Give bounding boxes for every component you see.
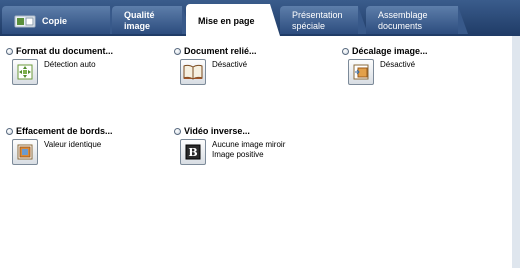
tab-assemblage-documents[interactable]: Assemblage documents <box>366 6 468 34</box>
radio-icon <box>174 127 181 135</box>
feature-video-inverse[interactable]: Vidéo inverse... B Aucune image miroir I… <box>174 126 285 165</box>
edge-erase-button[interactable] <box>12 139 38 165</box>
feature-title: Décalage image... <box>352 46 428 56</box>
svg-text:B: B <box>188 146 197 159</box>
radio-icon <box>174 47 181 55</box>
radio-icon <box>6 127 13 135</box>
feature-value: Détection auto <box>44 60 96 69</box>
scrollbar[interactable] <box>512 36 520 268</box>
tab-bar: Copie Qualité image Mise en page Présent… <box>0 0 520 36</box>
auto-detect-button[interactable] <box>12 59 38 85</box>
copy-icon <box>14 13 36 29</box>
feature-value: Aucune image miroir Image positive <box>212 140 286 159</box>
feature-value: Désactivé <box>212 60 248 69</box>
feature-value: Valeur identique <box>44 140 102 149</box>
tab-label: Qualité image <box>124 10 155 31</box>
tab-label: Mise en page <box>198 15 255 26</box>
image-shift-button[interactable] <box>348 59 374 85</box>
image-shift-icon <box>353 64 369 80</box>
tab-presentation-speciale[interactable]: Présentation spéciale <box>280 6 368 34</box>
feature-value: Désactivé <box>380 60 416 69</box>
feature-title: Effacement de bords... <box>16 126 113 136</box>
radio-icon <box>6 47 13 55</box>
feature-title: Document relié... <box>184 46 257 56</box>
feature-effacement-bords[interactable]: Effacement de bords... Valeur identique <box>6 126 113 165</box>
feature-title: Vidéo inverse... <box>184 126 250 136</box>
auto-detect-icon <box>17 64 33 80</box>
feature-document-relie[interactable]: Document relié... Désactivé <box>174 46 257 85</box>
mirror-image-button[interactable]: B <box>180 139 206 165</box>
tab-label: Présentation spéciale <box>292 10 343 31</box>
tab-label: Assemblage documents <box>378 10 428 31</box>
layout-panel: Format du document... Détection auto Doc… <box>0 36 512 268</box>
radio-icon <box>342 47 349 55</box>
feature-format-document[interactable]: Format du document... Détection auto <box>6 46 113 85</box>
feature-title: Format du document... <box>16 46 114 56</box>
feature-decalage-image[interactable]: Décalage image... Désactivé <box>342 46 428 85</box>
mirror-image-icon: B <box>185 144 201 160</box>
book-button[interactable] <box>180 59 206 85</box>
open-book-icon <box>183 64 203 80</box>
tab-mise-en-page[interactable]: Mise en page <box>186 4 280 36</box>
tab-qualite-image[interactable]: Qualité image <box>112 6 192 34</box>
edge-erase-icon <box>17 144 33 160</box>
tab-copie[interactable]: Copie <box>2 6 120 34</box>
tab-label: Copie <box>42 15 68 26</box>
